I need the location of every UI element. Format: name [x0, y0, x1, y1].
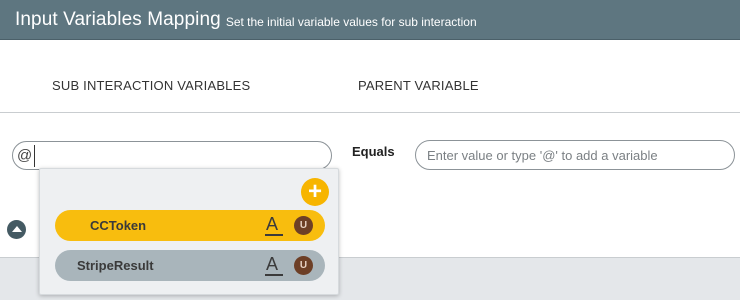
page-subtitle: Set the initial variable values for sub …: [225, 14, 477, 29]
user-scope-badge: U: [294, 216, 313, 235]
parent-variable-input[interactable]: [415, 140, 735, 170]
text-cursor: [34, 145, 35, 167]
header-bar: Input Variables Mapping Set the initial …: [0, 0, 740, 40]
sub-variable-input[interactable]: @: [12, 141, 332, 170]
chevron-up-icon: [11, 226, 22, 232]
collapse-toggle-button[interactable]: [7, 220, 26, 239]
page-title: Input Variables Mapping: [15, 8, 221, 30]
at-sign-text: @: [17, 147, 33, 164]
column-header-parent-variable: PARENT VARIABLE: [358, 78, 479, 93]
user-scope-badge: U: [294, 256, 313, 275]
variable-option-label: StripeResult: [77, 258, 154, 273]
variable-dropdown: + CCToken A U StripeResult A U: [39, 168, 339, 295]
add-variable-button[interactable]: +: [301, 178, 329, 206]
column-header-sub-variables: SUB INTERACTION VARIABLES: [52, 78, 251, 93]
variable-option-cctoken[interactable]: CCToken A U: [55, 210, 325, 241]
text-type-icon: A: [265, 213, 283, 237]
variable-option-striperesult[interactable]: StripeResult A U: [55, 250, 325, 281]
variable-option-label: CCToken: [90, 218, 147, 233]
text-type-icon: A: [265, 253, 283, 277]
operator-label: Equals: [352, 144, 395, 159]
divider: [0, 112, 740, 113]
